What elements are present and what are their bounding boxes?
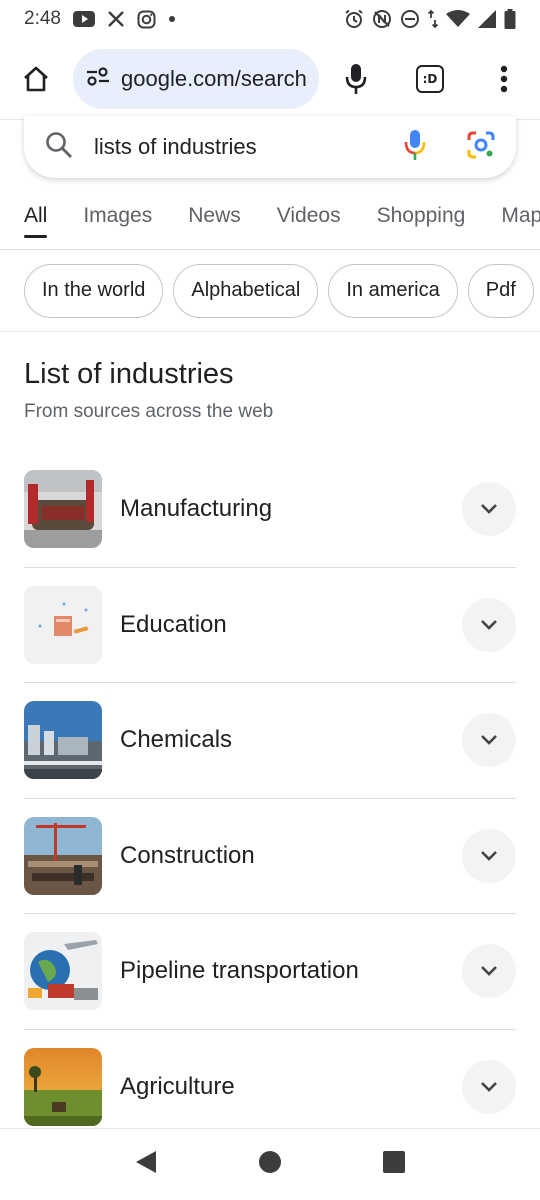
battery-icon bbox=[504, 9, 516, 29]
chevron-down-icon bbox=[481, 619, 497, 630]
item-label: Construction bbox=[120, 841, 255, 869]
expand-button[interactable] bbox=[462, 597, 516, 652]
data-arrows-icon bbox=[428, 9, 438, 29]
mic-icon bbox=[345, 63, 367, 94]
google-lens-icon[interactable] bbox=[466, 130, 496, 165]
chemical-plant-image bbox=[24, 701, 102, 780]
list-item[interactable]: Construction bbox=[24, 799, 516, 914]
home-icon bbox=[24, 66, 48, 91]
tab-switcher-button[interactable]: :D bbox=[406, 55, 454, 103]
expand-button[interactable] bbox=[462, 1060, 516, 1115]
dot-icon bbox=[168, 15, 176, 23]
section-title: List of industries bbox=[24, 358, 234, 390]
system-nav-bar bbox=[0, 1128, 540, 1200]
youtube-icon bbox=[72, 11, 95, 27]
back-button[interactable] bbox=[134, 1149, 158, 1180]
instagram-icon bbox=[137, 10, 156, 29]
tab-news[interactable]: News bbox=[188, 190, 241, 249]
farm-field-image bbox=[24, 1048, 102, 1127]
browser-menu-button[interactable] bbox=[480, 55, 528, 103]
recents-square-icon bbox=[383, 1151, 405, 1173]
wifi-icon bbox=[446, 10, 470, 28]
status-bar: 2:48 bbox=[0, 0, 540, 38]
construction-site-image bbox=[24, 816, 102, 895]
tab-switcher-icon: :D bbox=[416, 64, 444, 93]
voice-search-button[interactable] bbox=[332, 55, 380, 103]
list-item[interactable]: Pipeline transportation bbox=[24, 914, 516, 1030]
item-label: Education bbox=[120, 610, 227, 638]
home-button[interactable] bbox=[12, 55, 60, 103]
item-label: Manufacturing bbox=[120, 495, 273, 523]
chip-in-the-world[interactable]: In the world bbox=[24, 263, 164, 318]
recents-button[interactable] bbox=[382, 1150, 406, 1179]
tab-maps[interactable]: Maps bbox=[501, 190, 540, 249]
signal-icon bbox=[478, 10, 496, 28]
notebook-image bbox=[24, 585, 102, 664]
expand-button[interactable] bbox=[462, 828, 516, 883]
alarm-icon bbox=[344, 9, 364, 29]
tab-videos[interactable]: Videos bbox=[277, 190, 341, 249]
factory-image bbox=[24, 470, 102, 549]
chevron-down-icon bbox=[481, 966, 497, 977]
tab-shopping[interactable]: Shopping bbox=[377, 190, 466, 249]
chevron-down-icon bbox=[481, 850, 497, 861]
search-icon bbox=[44, 130, 74, 165]
site-settings-icon[interactable] bbox=[85, 66, 111, 91]
chevron-down-icon bbox=[481, 735, 497, 746]
list-item[interactable]: Chemicals bbox=[24, 683, 516, 799]
chip-pdf[interactable]: Pdf bbox=[467, 263, 534, 318]
transport-collage-image bbox=[24, 932, 102, 1011]
nfc-icon bbox=[372, 9, 392, 29]
item-label: Pipeline transportation bbox=[120, 957, 359, 985]
browser-toolbar: google.com/search :D bbox=[0, 38, 540, 120]
search-box[interactable]: lists of industries bbox=[24, 116, 516, 178]
list-item[interactable]: Education bbox=[24, 568, 516, 683]
dnd-icon bbox=[400, 9, 420, 29]
google-mic-icon[interactable] bbox=[404, 129, 426, 166]
url-text[interactable]: google.com/search bbox=[121, 66, 307, 92]
home-nav-button[interactable] bbox=[258, 1150, 282, 1179]
chip-in-america[interactable]: In america bbox=[328, 263, 458, 318]
status-time: 2:48 bbox=[24, 8, 61, 29]
tab-switcher-label: :D bbox=[422, 71, 438, 86]
more-vert-icon bbox=[500, 65, 508, 92]
chip-alphabetical[interactable]: Alphabetical bbox=[173, 263, 319, 318]
chevron-down-icon bbox=[481, 1082, 497, 1093]
expand-button[interactable] bbox=[462, 482, 516, 537]
item-label: Chemicals bbox=[120, 726, 233, 754]
search-query[interactable]: lists of industries bbox=[94, 134, 404, 160]
expand-button[interactable] bbox=[462, 944, 516, 999]
x-icon bbox=[107, 10, 125, 28]
chevron-down-icon bbox=[481, 504, 497, 515]
back-triangle-icon bbox=[136, 1151, 156, 1173]
industries-list: Manufacturing Education Chemicals Constr… bbox=[24, 452, 516, 1145]
expand-button[interactable] bbox=[462, 713, 516, 768]
section-subtitle: From sources across the web bbox=[24, 401, 274, 422]
tab-all[interactable]: All bbox=[24, 190, 48, 249]
list-item[interactable]: Manufacturing bbox=[24, 452, 516, 568]
item-label: Agriculture bbox=[120, 1073, 235, 1101]
home-circle-icon bbox=[259, 1151, 281, 1173]
refinement-chips: In the world Alphabetical In america Pdf bbox=[0, 250, 540, 332]
url-bar[interactable]: google.com/search bbox=[73, 48, 319, 109]
search-tabs: All Images News Videos Shopping Maps bbox=[0, 190, 540, 250]
tab-images[interactable]: Images bbox=[83, 190, 152, 249]
